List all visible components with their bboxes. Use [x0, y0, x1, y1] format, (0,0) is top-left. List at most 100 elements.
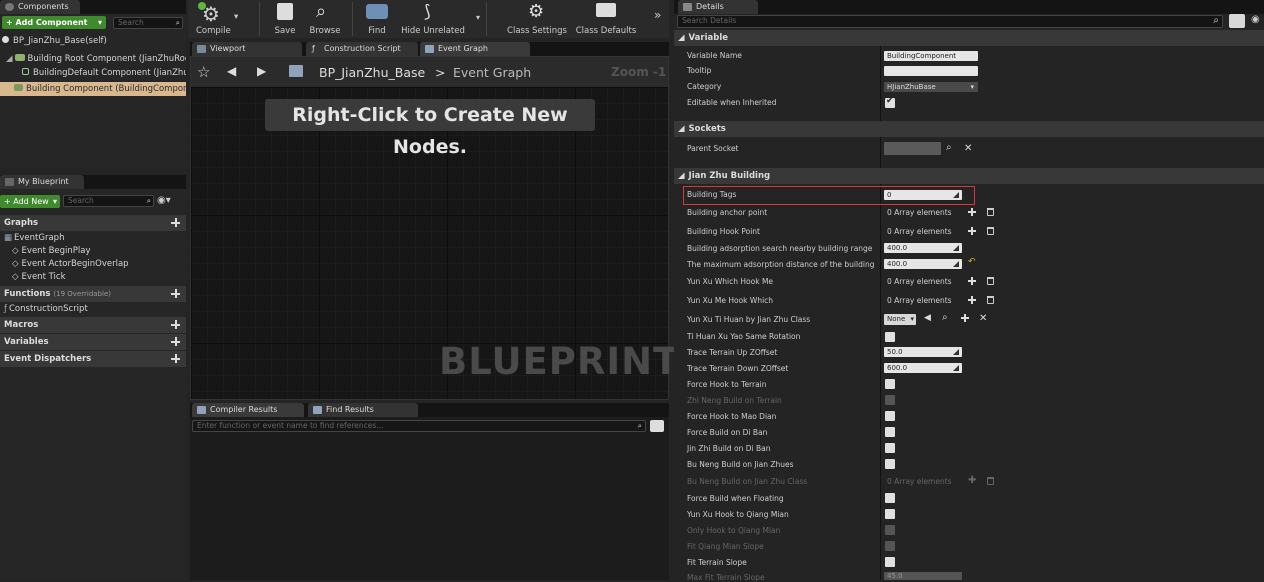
parent-socket-label: Parent Socket: [687, 144, 739, 153]
details-search-input[interactable]: Search Details ⌕: [677, 15, 1223, 28]
event-graph-item[interactable]: ▦ EventGraph: [4, 233, 64, 243]
add-new-button[interactable]: + Add New ▾: [0, 195, 60, 208]
floating-checkbox[interactable]: [885, 493, 895, 503]
same-rotation-checkbox[interactable]: [885, 332, 895, 342]
myblueprint-tabstrip: My Blueprint: [0, 175, 186, 189]
variable-name-label: Variable Name: [687, 51, 742, 60]
chevron-down-icon: ▾: [52, 197, 57, 206]
trace-up-field[interactable]: 50.0: [884, 347, 962, 357]
add-element-icon[interactable]: [968, 227, 976, 235]
browse-icon[interactable]: ⌕: [942, 312, 948, 323]
hide-unrelated-button[interactable]: ⟆ Hide Unrelated: [398, 0, 468, 38]
component-self[interactable]: BP_JianZhu_Base(self): [2, 36, 107, 46]
tab-event-graph[interactable]: Event Graph: [420, 42, 530, 56]
add-graph-icon[interactable]: [171, 218, 180, 227]
functions-section[interactable]: Functions (19 Overridable): [0, 286, 186, 302]
overflow-chevron-icon[interactable]: »: [654, 8, 661, 22]
variable-name-field[interactable]: BuildingComponent: [884, 51, 978, 61]
components-search-input[interactable]: Search ⌕: [113, 17, 183, 29]
trash-icon: [987, 477, 994, 485]
add-component-button[interactable]: + Add Component ▾: [2, 16, 106, 29]
add-element-icon[interactable]: [968, 277, 976, 285]
components-tab[interactable]: Components: [0, 0, 80, 14]
di-ban-checkbox[interactable]: [885, 427, 895, 437]
star-icon[interactable]: ☆: [197, 63, 210, 81]
clear-icon[interactable]: ✕: [964, 144, 973, 154]
bu-neng-checkbox[interactable]: [885, 459, 895, 469]
trash-icon[interactable]: [987, 296, 994, 304]
graphs-section[interactable]: Graphs: [0, 215, 186, 231]
search-icon[interactable]: ⌕: [946, 142, 952, 153]
category-dropdown[interactable]: HJianZhuBase ▾: [884, 82, 978, 92]
reset-to-default-icon[interactable]: ↶: [968, 257, 976, 267]
trash-icon[interactable]: [987, 227, 994, 235]
column-splitter[interactable]: [880, 30, 881, 580]
class-settings-button[interactable]: ⚙ Class Settings: [504, 0, 570, 38]
myblueprint-tab[interactable]: My Blueprint: [0, 175, 84, 189]
view-options-icon[interactable]: ◉: [1251, 14, 1260, 25]
qiang-mian-checkbox[interactable]: [885, 509, 895, 519]
tab-construction-script[interactable]: ƒ Construction Script: [306, 42, 418, 56]
trash-icon[interactable]: [987, 208, 994, 216]
class-defaults-button[interactable]: Class Defaults: [574, 0, 638, 38]
myblueprint-search-input[interactable]: Search ⌕: [63, 195, 154, 207]
clear-icon[interactable]: ✕: [979, 314, 988, 324]
sockets-section[interactable]: ◢ Sockets: [674, 121, 1264, 137]
forward-arrow-icon[interactable]: ▶: [257, 64, 266, 78]
dispatchers-section[interactable]: Event Dispatchers: [0, 351, 186, 367]
force-terrain-checkbox[interactable]: [885, 379, 895, 389]
collapse-arrow-icon: ◢: [678, 33, 685, 43]
event-icon: ◇: [12, 259, 19, 269]
browse-button[interactable]: ⌕ Browse: [306, 0, 344, 38]
tab-find-results[interactable]: Find Results: [308, 403, 418, 417]
save-button[interactable]: Save: [270, 0, 300, 38]
spin-icon: [953, 365, 959, 371]
tab-compiler-results[interactable]: Compiler Results: [192, 403, 304, 417]
use-selected-arrow-icon[interactable]: ◀: [924, 313, 931, 323]
event-overlap-item[interactable]: ◇ Event ActorBeginOverlap: [12, 259, 129, 269]
add-function-icon[interactable]: [171, 289, 180, 298]
jianzhu-building-section[interactable]: ◢ Jian Zhu Building: [674, 168, 1264, 184]
trash-icon[interactable]: [987, 277, 994, 285]
add-variable-icon[interactable]: [171, 337, 180, 346]
component-building-root[interactable]: ◢ Building Root Component (JianZhuRoo: [6, 54, 186, 64]
event-tick-item[interactable]: ◇ Event Tick: [12, 272, 66, 282]
construction-script-item[interactable]: ƒ ConstructionScript: [4, 304, 88, 314]
trace-down-field[interactable]: 600.0: [884, 363, 962, 373]
tab-viewport[interactable]: Viewport: [192, 42, 302, 56]
parent-socket-field[interactable]: [884, 142, 941, 155]
add-element-icon[interactable]: [968, 208, 976, 216]
component-building-default[interactable]: BuildingDefault Component (JianZhu: [22, 68, 186, 78]
search-range-field[interactable]: 400.0: [884, 243, 962, 253]
property-matrix-button[interactable]: [1229, 14, 1245, 28]
jin-zhi-checkbox[interactable]: [885, 443, 895, 453]
back-arrow-icon[interactable]: ◀: [227, 64, 236, 78]
add-element-icon[interactable]: [961, 314, 969, 322]
find-in-all-blueprints-button[interactable]: [650, 420, 664, 432]
macros-section[interactable]: Macros: [0, 317, 186, 333]
editable-inherited-checkbox[interactable]: ✔: [885, 96, 895, 108]
variables-section[interactable]: Variables: [0, 334, 186, 350]
ti-huan-class-dropdown[interactable]: None ▾: [884, 314, 916, 325]
compile-button[interactable]: ⚙ ▾ Compile: [190, 0, 246, 38]
event-beginplay-item[interactable]: ◇ Event BeginPlay: [12, 246, 91, 256]
component-building-selected[interactable]: Building Component (BuildingCompone: [0, 82, 186, 96]
add-macro-icon[interactable]: [171, 320, 180, 329]
mao-dian-checkbox[interactable]: [885, 411, 895, 421]
breadcrumb-root[interactable]: BP_JianZhu_Base: [319, 65, 425, 80]
building-tags-field[interactable]: 0: [884, 190, 962, 200]
find-references-input[interactable]: Enter function or event name to find ref…: [192, 420, 646, 432]
details-tab[interactable]: Details: [678, 0, 758, 14]
chevron-down-icon[interactable]: ▾: [234, 12, 238, 22]
add-element-icon[interactable]: [968, 296, 976, 304]
add-dispatcher-icon[interactable]: [171, 354, 180, 363]
variable-section[interactable]: ◢ Variable: [674, 30, 1264, 46]
find-button[interactable]: Find: [360, 0, 394, 38]
view-options-icon[interactable]: ◉▾: [157, 195, 171, 206]
chevron-down-icon[interactable]: ▾: [476, 13, 480, 22]
max-distance-field[interactable]: 400.0: [884, 259, 962, 269]
settings-icon: ⚙: [528, 1, 545, 22]
fit-terrain-checkbox[interactable]: [885, 557, 895, 567]
max-fit-slope-label: Max Fit Terrain Slope: [687, 573, 765, 582]
tooltip-field[interactable]: [884, 66, 978, 76]
